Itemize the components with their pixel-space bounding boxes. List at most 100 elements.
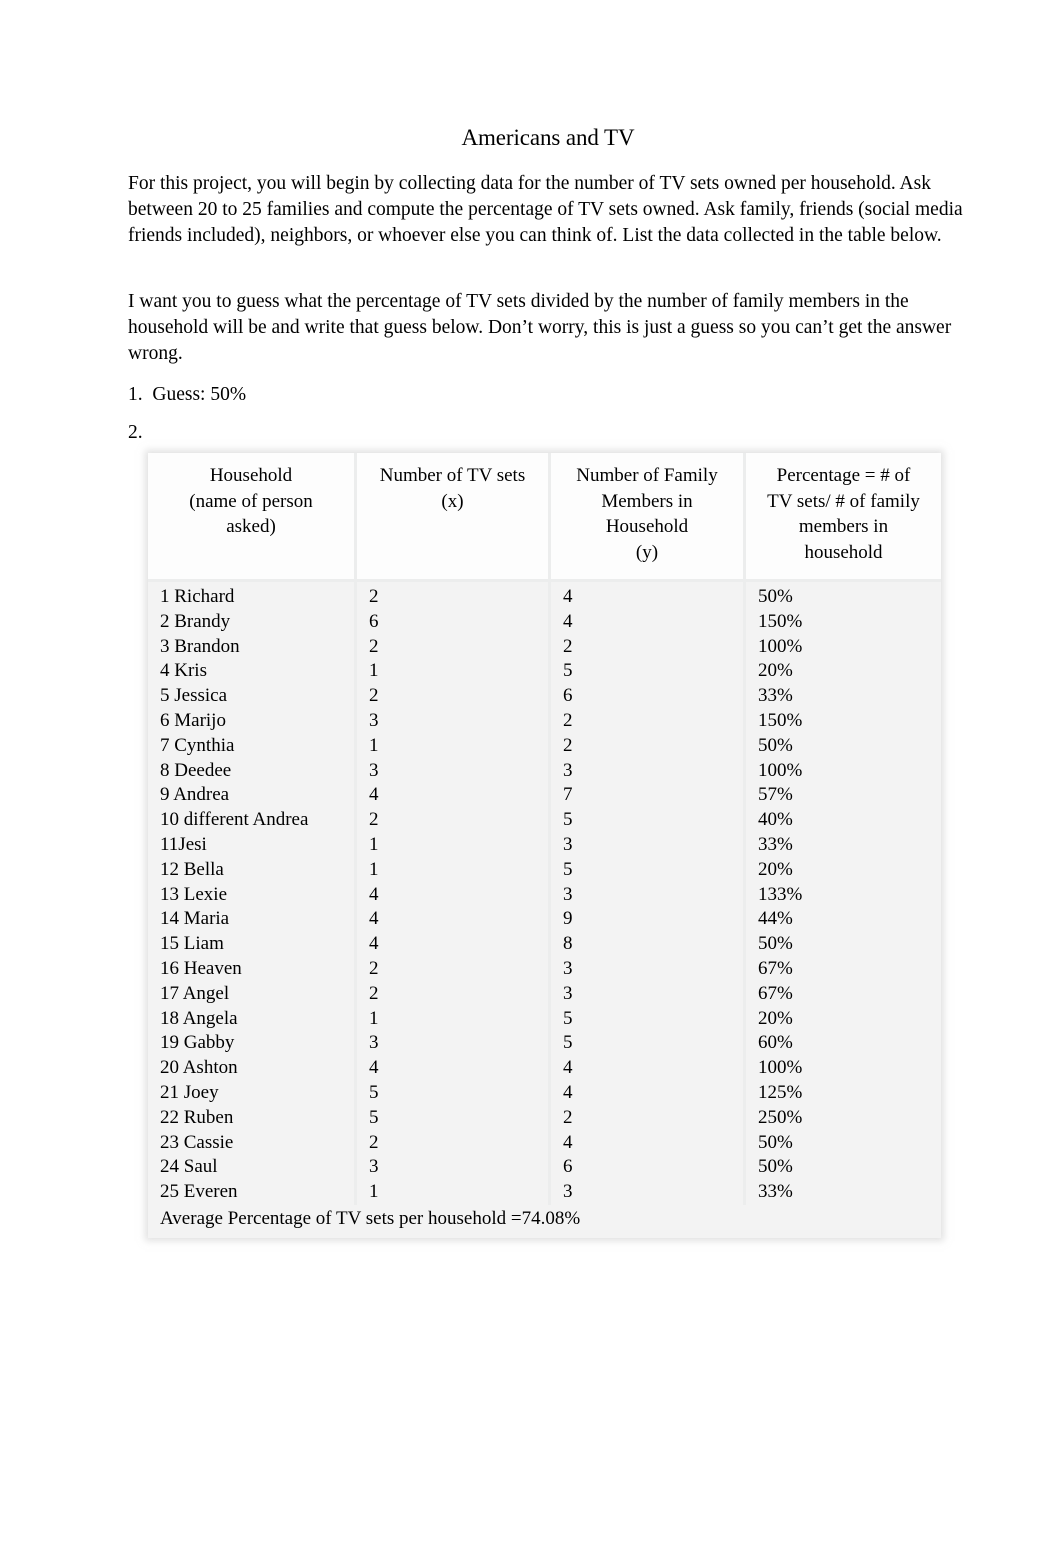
list-item-guess: 1. Guess: 50%: [128, 384, 247, 405]
cell-household: 23 Cassie: [148, 1130, 357, 1156]
cell-tv-sets: 4: [357, 882, 551, 908]
cell-family-members: 4: [551, 1080, 746, 1106]
table-row: 14 Maria 4 9 44%: [148, 907, 941, 933]
cell-percentage: 33%: [746, 684, 941, 709]
cell-household: 19 Gabby: [148, 1031, 357, 1057]
cell-tv-sets: 3: [357, 758, 551, 784]
cell-tv-sets: 5: [357, 1080, 551, 1106]
cell-household: 6 Marijo: [148, 708, 357, 734]
cell-tv-sets: 2: [357, 582, 551, 610]
header-line: Household: [605, 516, 689, 537]
cell-family-members: 3: [551, 981, 746, 1007]
cell-household: 22 Ruben: [148, 1105, 357, 1131]
cell-tv-sets: 3: [357, 708, 551, 734]
header-line: Members in: [601, 490, 693, 512]
cell-family-members: 5: [551, 857, 746, 883]
cell-tv-sets: 4: [357, 1056, 551, 1081]
tv-data-table: Household (name of person asked) Number …: [148, 453, 941, 1238]
table-row: 1 Richard 2 4 50%: [148, 582, 941, 610]
cell-tv-sets: 2: [357, 684, 551, 709]
cell-percentage: 20%: [746, 857, 941, 883]
cell-percentage: 57%: [746, 783, 941, 809]
cell-percentage: 67%: [746, 981, 941, 1007]
cell-household: 20 Ashton: [148, 1056, 357, 1081]
cell-household: 25 Everen: [148, 1180, 357, 1205]
cell-family-members: 6: [551, 1155, 746, 1181]
cell-family-members: 6: [551, 684, 746, 709]
cell-household: 2 Brandy: [148, 609, 357, 635]
table-row: 4 Kris 1 5 20%: [148, 659, 941, 685]
cell-tv-sets: 6: [357, 609, 551, 635]
table-row: 10 different Andrea 2 5 40%: [148, 808, 941, 833]
cell-tv-sets: 2: [357, 634, 551, 660]
cell-family-members: 4: [551, 1056, 746, 1081]
page-title: Americans and TV: [461, 125, 635, 150]
cell-household: 11Jesi: [148, 832, 357, 858]
cell-family-members: 5: [551, 1031, 746, 1057]
header-line: members in: [798, 516, 889, 537]
cell-household: 13 Lexie: [148, 882, 357, 908]
cell-percentage: 33%: [746, 1180, 941, 1205]
cell-percentage: 50%: [746, 733, 941, 759]
table-row: 11Jesi 1 3 33%: [148, 832, 941, 858]
table-row: 13 Lexie 4 3 133%: [148, 882, 941, 908]
cell-tv-sets: 1: [357, 832, 551, 858]
cell-family-members: 2: [551, 1105, 746, 1131]
table-row: 21 Joey 5 4 125%: [148, 1080, 941, 1106]
header-line: (name of person: [189, 490, 313, 512]
table-row: 5 Jessica 2 6 33%: [148, 684, 941, 709]
cell-tv-sets: 3: [357, 1031, 551, 1057]
header-line: Number of Family: [576, 465, 718, 486]
cell-household: 18 Angela: [148, 1006, 357, 1032]
table-row: 15 Liam 4 8 50%: [148, 932, 941, 957]
cell-percentage: 50%: [746, 1155, 941, 1181]
cell-percentage: 50%: [746, 582, 941, 610]
header-line: asked): [226, 516, 276, 537]
cell-household: 21 Joey: [148, 1080, 357, 1106]
cell-household: 7 Cynthia: [148, 733, 357, 759]
cell-household: 3 Brandon: [148, 634, 357, 660]
cell-tv-sets: 1: [357, 1180, 551, 1205]
cell-family-members: 8: [551, 932, 746, 957]
header-line: Number of TV sets: [379, 465, 526, 486]
cell-family-members: 3: [551, 1180, 746, 1205]
cell-family-members: 5: [551, 659, 746, 685]
header-line: TV sets/ # of family: [767, 490, 920, 512]
cell-family-members: 9: [551, 907, 746, 933]
table-row: 20 Ashton 4 4 100%: [148, 1056, 941, 1081]
cell-percentage: 100%: [746, 758, 941, 784]
table-body: 1 Richard 2 4 50% 2 Brandy 6 4 150% 3 Brandon 2 2 1…: [148, 582, 941, 1238]
cell-percentage: 100%: [746, 1056, 941, 1081]
column-header-tv-sets: Number of TV sets (x): [357, 453, 551, 582]
table-row: 17 Angel 2 3 67%: [148, 981, 941, 1007]
cell-percentage: 20%: [746, 659, 941, 685]
cell-household: 17 Angel: [148, 981, 357, 1007]
cell-family-members: 5: [551, 1006, 746, 1032]
cell-family-members: 2: [551, 634, 746, 660]
cell-tv-sets: 4: [357, 783, 551, 809]
cell-family-members: 3: [551, 882, 746, 908]
table-row: 6 Marijo 3 2 150%: [148, 708, 941, 734]
cell-household: 4 Kris: [148, 659, 357, 685]
table-row: 19 Gabby 3 5 60%: [148, 1031, 941, 1057]
header-line: (y): [635, 541, 659, 563]
cell-family-members: 7: [551, 783, 746, 809]
table-row: 9 Andrea 4 7 57%: [148, 783, 941, 809]
header-line: (x): [441, 490, 464, 512]
list-item-table: 2.: [128, 422, 143, 443]
cell-percentage: 67%: [746, 956, 941, 982]
table-row: 24 Saul 3 6 50%: [148, 1155, 941, 1181]
table-row: 18 Angela 1 5 20%: [148, 1006, 941, 1032]
cell-family-members: 5: [551, 808, 746, 833]
table-row: 23 Cassie 2 4 50%: [148, 1130, 941, 1156]
cell-tv-sets: 1: [357, 733, 551, 759]
cell-percentage: 150%: [746, 609, 941, 635]
cell-household: 9 Andrea: [148, 783, 357, 809]
cell-family-members: 3: [551, 758, 746, 784]
cell-percentage: 44%: [746, 907, 941, 933]
column-header-percentage: Percentage = # of TV sets/ # of family m…: [746, 453, 941, 582]
table-header: Household (name of person asked) Number …: [148, 453, 941, 582]
cell-family-members: 2: [551, 708, 746, 734]
cell-percentage: 20%: [746, 1006, 941, 1032]
cell-household: 15 Liam: [148, 932, 357, 957]
